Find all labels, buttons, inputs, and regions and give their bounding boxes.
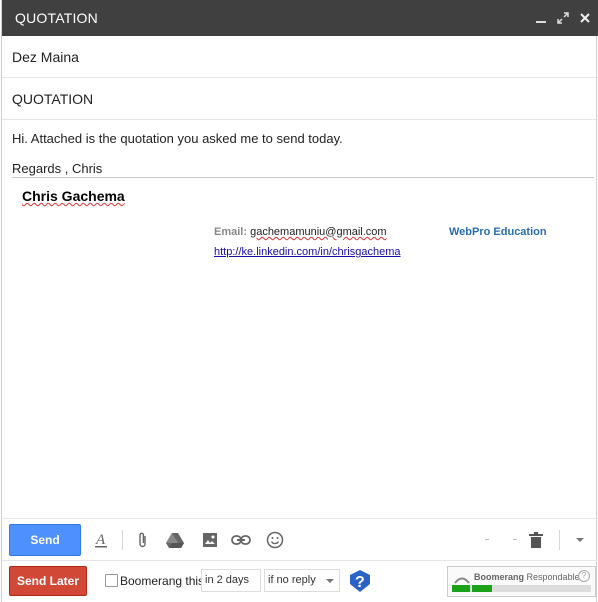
photo-icon[interactable]: [197, 524, 223, 556]
window-title: QUOTATION: [15, 10, 98, 26]
trash-icon[interactable]: [523, 524, 549, 556]
chevron-down-icon: [326, 579, 334, 583]
expand-icon[interactable]: [556, 11, 570, 25]
minimize-icon[interactable]: [534, 11, 548, 25]
signature-company: WebPro Education: [449, 226, 547, 238]
help-icon[interactable]: ?: [349, 569, 371, 593]
compose-window: QUOTATION Dez Maina QUOTATION Hi. Attach…: [1, 0, 598, 602]
boomerang-delay-select[interactable]: in 2 days: [201, 569, 261, 592]
toolbar-dash: [513, 539, 517, 540]
toolbar-separator: [122, 530, 123, 550]
toolbar-divider: [2, 518, 598, 519]
toolbar-dash: [485, 539, 489, 540]
boomerang-divider: [2, 560, 598, 561]
respondable-widget[interactable]: Boomerang Respondable ?: [447, 566, 596, 597]
body-text: Hi. Attached is the quotation you asked …: [12, 131, 343, 146]
svg-text:A: A: [95, 532, 106, 548]
attach-icon[interactable]: [130, 524, 156, 556]
respondable-score-segment: [472, 585, 492, 592]
send-later-button[interactable]: Send Later: [9, 566, 87, 596]
more-options-icon[interactable]: [567, 524, 593, 556]
respondable-title: Boomerang Respondable: [474, 572, 580, 582]
signature-divider: [12, 177, 594, 178]
window-controls: [534, 0, 592, 36]
boomerang-checkbox[interactable]: [105, 574, 118, 587]
respondable-label: Respondable: [526, 572, 580, 582]
email-label: Email:: [214, 226, 248, 238]
drive-icon[interactable]: [162, 524, 188, 556]
respondable-score-bar: [452, 585, 591, 592]
respondable-brand: Boomerang: [474, 572, 525, 582]
toolbar-separator: [559, 530, 560, 550]
email-value: gachemamuniu@gmail.com: [250, 226, 387, 238]
signature-email: Email: gachemamuniu@gmail.com: [214, 226, 387, 238]
to-field[interactable]: Dez Maina: [2, 36, 598, 78]
boomerang-this-label: Boomerang this: [120, 574, 205, 588]
condition-value: if no reply: [268, 574, 316, 586]
respondable-help-icon[interactable]: ?: [578, 570, 590, 582]
svg-text:?: ?: [355, 574, 365, 591]
linkedin-link[interactable]: http://ke.linkedin.com/in/chrisgachema: [214, 246, 400, 258]
close-icon[interactable]: [578, 11, 592, 25]
respondable-score-segment: [452, 585, 470, 592]
boomerang-condition-select[interactable]: if no reply: [264, 569, 340, 592]
send-button[interactable]: Send: [9, 524, 81, 556]
title-bar[interactable]: QUOTATION: [2, 0, 598, 36]
body-closing: Regards , Chris: [12, 161, 103, 176]
signature-name: Chris Gachema: [22, 188, 125, 204]
emoji-icon[interactable]: [262, 524, 288, 556]
text-format-icon[interactable]: A: [88, 524, 114, 556]
subject-field[interactable]: QUOTATION: [2, 78, 598, 120]
link-icon[interactable]: [228, 524, 254, 556]
